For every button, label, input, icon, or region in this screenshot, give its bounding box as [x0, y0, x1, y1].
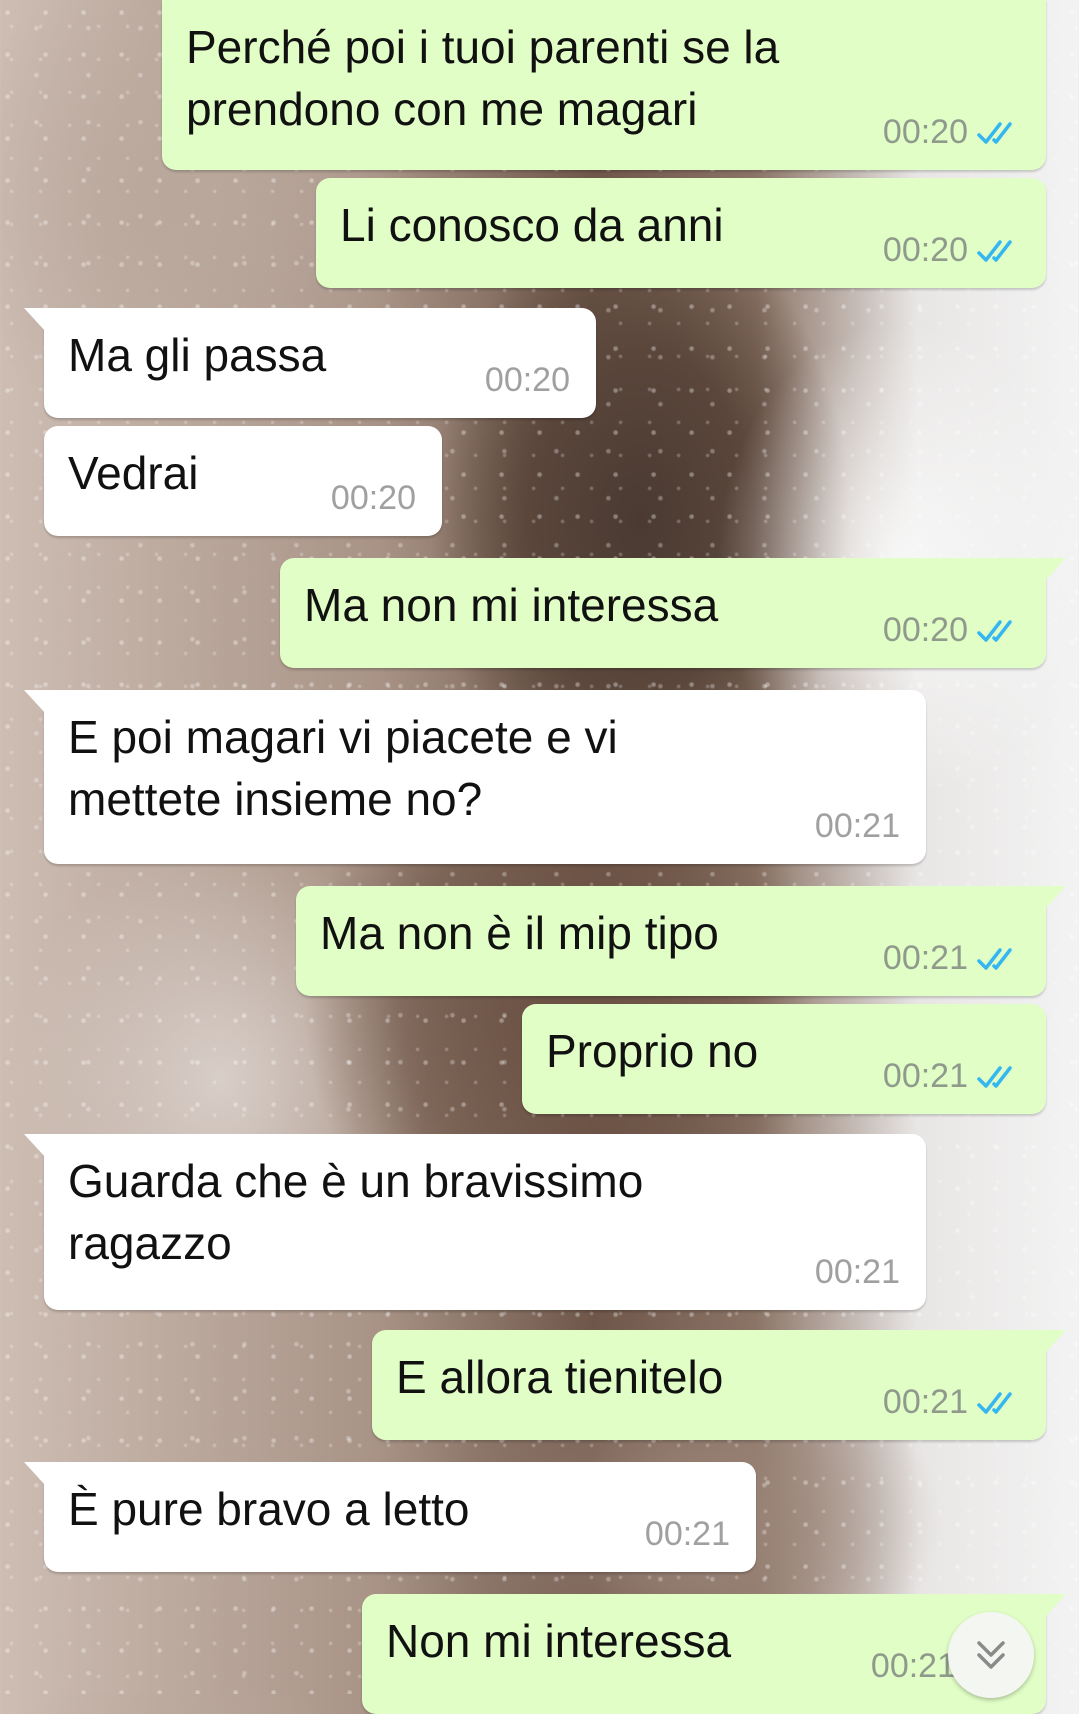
- message-time: 00:21: [814, 807, 900, 845]
- message-meta: 00:20: [883, 113, 1020, 152]
- message-time: 00:21: [882, 1057, 968, 1095]
- double-chevron-down-icon: [977, 1641, 1005, 1669]
- message-time: 00:21: [882, 939, 968, 977]
- message-bubble-incoming[interactable]: È pure bravo a letto 00:21: [24, 1462, 756, 1572]
- message-meta: 00:21: [645, 1515, 730, 1554]
- double-check-read-icon: [977, 1391, 1012, 1414]
- message-meta: 00:21: [883, 1383, 1020, 1422]
- message-list[interactable]: Perché poi i tuoi parenti se la prendono…: [0, 0, 1079, 1714]
- message-bubble-outgoing[interactable]: E allora tienitelo 00:21: [372, 1330, 1066, 1440]
- double-check-read-icon: [977, 121, 1012, 144]
- message-text: Guarda che è un bravissimo ragazzo: [68, 1155, 644, 1269]
- message-meta: 00:20: [485, 361, 570, 400]
- message-time: 00:21: [814, 1253, 900, 1291]
- message-text: È pure bravo a letto: [68, 1483, 470, 1535]
- message-meta: 00:21: [871, 1647, 956, 1686]
- double-check-read-icon: [977, 1065, 1012, 1088]
- double-check-read-icon: [977, 239, 1012, 262]
- message-time: 00:21: [644, 1515, 730, 1553]
- message-time: 00:20: [882, 113, 968, 151]
- message-meta: 00:21: [883, 1057, 1020, 1096]
- message-bubble-outgoing[interactable]: Perché poi i tuoi parenti se la prendono…: [162, 0, 1046, 170]
- message-bubble-incoming[interactable]: Vedrai 00:20: [44, 426, 442, 536]
- message-bubble-outgoing[interactable]: Non mi interessa 00:21: [362, 1594, 1066, 1714]
- double-check-read-icon: [977, 947, 1012, 970]
- message-text: E poi magari vi piacete e vi mettete ins…: [68, 711, 618, 825]
- message-time: 00:21: [882, 1383, 968, 1421]
- double-check-read-icon: [977, 619, 1012, 642]
- message-meta: 00:20: [883, 611, 1020, 650]
- message-meta: 00:21: [883, 939, 1020, 978]
- message-meta: 00:21: [815, 807, 900, 846]
- message-bubble-outgoing[interactable]: Ma non mi interessa 00:20: [280, 558, 1066, 668]
- message-bubble-outgoing[interactable]: Proprio no 00:21: [522, 1004, 1046, 1114]
- message-time: 00:20: [882, 231, 968, 269]
- message-time: 00:20: [882, 611, 968, 649]
- scroll-to-bottom-button[interactable]: [948, 1612, 1034, 1698]
- message-time: 00:21: [870, 1647, 956, 1685]
- message-meta: 00:21: [815, 1253, 900, 1292]
- message-bubble-outgoing[interactable]: Ma non è il mip tipo 00:21: [296, 886, 1066, 996]
- message-bubble-incoming[interactable]: E poi magari vi piacete e vi mettete ins…: [24, 690, 926, 864]
- message-time: 00:20: [330, 479, 416, 517]
- message-bubble-incoming[interactable]: Ma gli passa 00:20: [24, 308, 596, 418]
- message-meta: 00:20: [331, 479, 416, 518]
- message-time: 00:20: [484, 361, 570, 399]
- message-bubble-incoming[interactable]: Guarda che è un bravissimo ragazzo 00:21: [24, 1134, 926, 1310]
- message-meta: 00:20: [883, 231, 1020, 270]
- message-bubble-outgoing[interactable]: Li conosco da anni 00:20: [316, 178, 1046, 288]
